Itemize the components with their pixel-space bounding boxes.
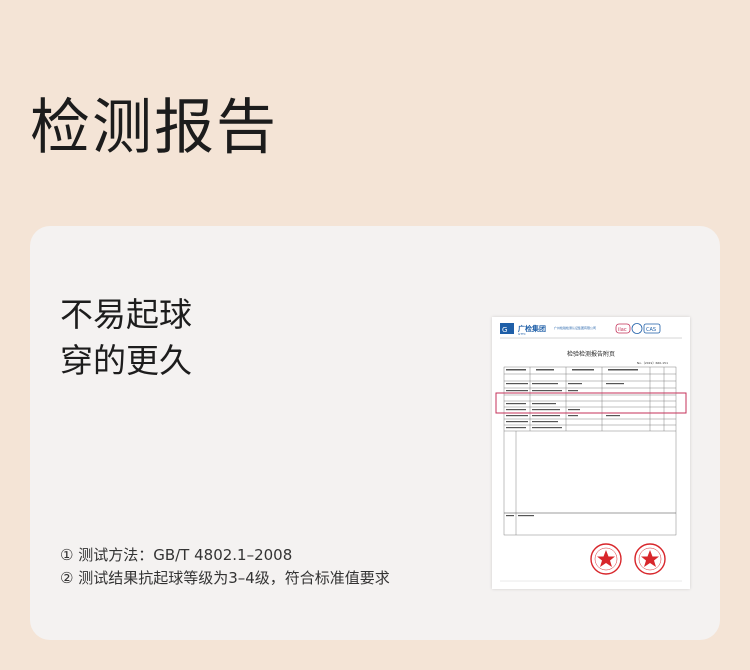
svg-text:CAS: CAS <box>646 327 656 333</box>
page-title: 检测报告 <box>30 93 278 163</box>
report-table-text <box>506 369 638 517</box>
headline-line-2: 穿的更久 <box>60 341 192 380</box>
report-table <box>503 366 677 536</box>
test-result-note: ② 测试结果抗起球等级为3–4级，符合标准值要求 <box>60 569 390 587</box>
svg-text:G: G <box>502 326 507 334</box>
red-stamp-icon <box>590 543 622 575</box>
content-card: 不易起球 穿的更久 ① 测试方法：GB/T 4802.1–2008 ② 测试结果… <box>30 226 720 640</box>
test-notes: ① 测试方法：GB/T 4802.1–2008 ② 测试结果抗起球等级为3–4级… <box>60 544 390 590</box>
report-logo-sub: GTTC <box>518 332 526 336</box>
test-report-image: G ilac CAS 广检集团 广州检验检测认证集团有限公司 检验检测报告附页 … <box>492 317 690 589</box>
headline: 不易起球 穿的更久 <box>60 292 192 384</box>
red-stamp-icon <box>634 543 666 575</box>
report-doc-number: No.（2019）660-151 <box>636 361 668 365</box>
report-doc-title: 检验检测报告附页 <box>566 351 615 358</box>
cnas-mark-icon <box>631 323 643 334</box>
test-method-note: ① 测试方法：GB/T 4802.1–2008 <box>60 546 293 564</box>
svg-text:ilac: ilac <box>618 327 627 333</box>
report-header-text: 广州检验检测认证集团有限公司 <box>554 326 597 330</box>
headline-line-1: 不易起球 <box>60 295 192 334</box>
